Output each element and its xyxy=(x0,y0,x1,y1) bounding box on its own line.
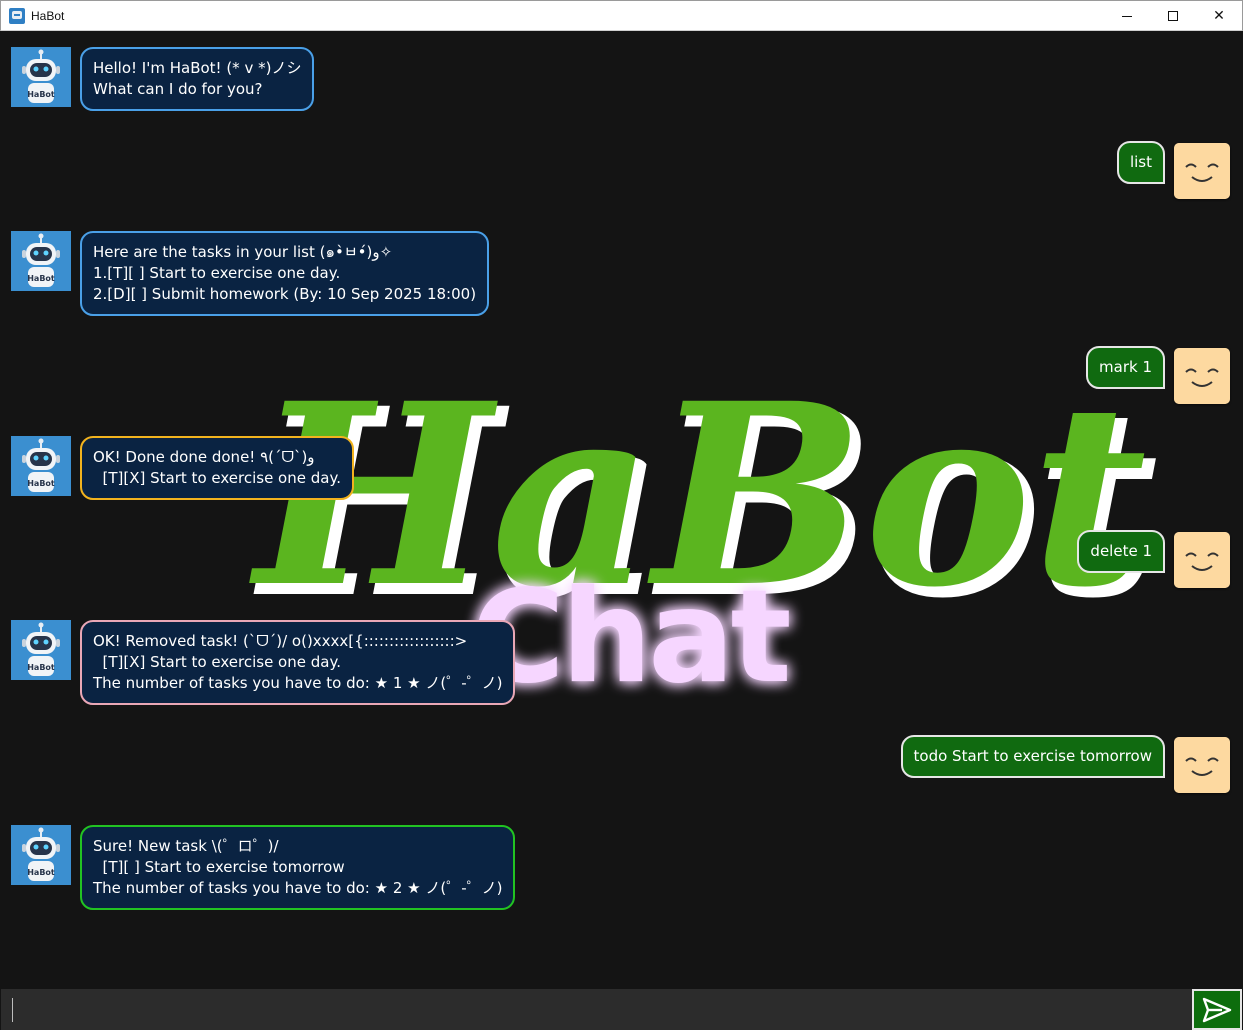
robot-avatar-label: HaBot xyxy=(27,663,55,672)
robot-avatar-label: HaBot xyxy=(27,274,55,283)
robot-app-icon xyxy=(9,7,25,24)
bot-message-bubble: Hello! I'm HaBot! (* v *)ノシ What can I d… xyxy=(80,47,315,111)
window-title: HaBot xyxy=(31,8,65,23)
text-caret xyxy=(12,998,13,1022)
robot-avatar-icon: HaBot xyxy=(11,47,71,107)
user-message-bubble: todo Start to exercise tomorrow xyxy=(900,735,1165,778)
smiley-face-avatar-icon xyxy=(1174,143,1230,199)
minimize-button[interactable] xyxy=(1104,1,1150,31)
robot-avatar-icon: HaBot xyxy=(11,231,71,291)
send-button[interactable] xyxy=(1192,989,1242,1030)
send-arrow-icon xyxy=(1202,997,1232,1022)
robot-avatar-label: HaBot xyxy=(27,479,55,488)
robot-avatar-icon: HaBot xyxy=(11,436,71,496)
close-icon: ✕ xyxy=(1213,8,1225,24)
chat-scroll-pane[interactable]: HaBot HaBot Chat HaBot Hello! I'm HaBot!… xyxy=(1,31,1242,989)
robot-avatar-label: HaBot xyxy=(27,90,55,99)
user-message-bubble: delete 1 xyxy=(1077,530,1165,573)
close-button[interactable]: ✕ xyxy=(1196,1,1242,31)
bot-message-bubble: Sure! New task \(゜ロ゜)/ [T][ ] Start to e… xyxy=(80,825,516,910)
maximize-icon xyxy=(1168,11,1178,21)
robot-avatar-icon: HaBot xyxy=(11,620,71,680)
bot-message-bubble: OK! Done done done! ٩(ˊᗜˋ)و [T][X] Start… xyxy=(80,436,354,500)
bot-message-bubble: OK! Removed task! (ˋᗜˊ)/ o()xxxx[{::::::… xyxy=(80,620,516,705)
smiley-face-avatar-icon xyxy=(1174,532,1230,588)
message-input[interactable] xyxy=(1,989,1192,1030)
watermark-habot-shadow: HaBot xyxy=(257,356,1155,650)
window-controls: ✕ xyxy=(1104,1,1242,31)
user-message-bubble: list xyxy=(1116,141,1165,184)
bot-message-bubble: Here are the tasks in your list (๑•̀ㅂ•́)… xyxy=(80,231,490,316)
smiley-face-avatar-icon xyxy=(1174,348,1230,404)
smiley-face-avatar-icon xyxy=(1174,737,1230,793)
window-titlebar: HaBot ✕ xyxy=(0,0,1243,31)
user-message-bubble: mark 1 xyxy=(1086,346,1165,389)
maximize-button[interactable] xyxy=(1150,1,1196,31)
robot-avatar-label: HaBot xyxy=(27,868,55,877)
message-input-bar xyxy=(1,989,1192,1030)
robot-avatar-icon: HaBot xyxy=(11,825,71,885)
minimize-icon xyxy=(1122,15,1132,17)
watermark-chat-text: Chat xyxy=(471,563,789,712)
watermark-habot-text: HaBot xyxy=(249,348,1147,642)
